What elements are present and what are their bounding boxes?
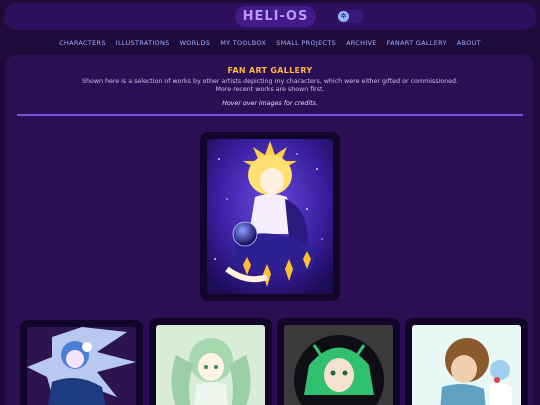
site-logo[interactable]: HELI-OS	[235, 6, 316, 27]
main-nav: CHARACTERS ILLUSTRATIONS WORLDS MY TOOLB…	[0, 37, 540, 49]
artwork-image	[27, 327, 136, 405]
artwork-card-2[interactable]	[149, 318, 272, 405]
artwork-image	[284, 325, 393, 405]
artwork-sun-character	[207, 139, 333, 294]
artwork-card-4[interactable]	[405, 318, 528, 405]
artwork-green-character	[156, 325, 265, 405]
artwork-card-3[interactable]	[277, 318, 400, 405]
artwork-brown-hair-character	[412, 325, 521, 405]
artwork-blue-character	[27, 327, 136, 405]
artwork-image	[207, 139, 333, 294]
nav-characters[interactable]: CHARACTERS	[59, 37, 106, 49]
page-title: FAN ART GALLERY	[227, 66, 313, 75]
artwork-image	[156, 325, 265, 405]
sun-icon: ✲	[338, 11, 349, 22]
description-line-1: Shown here is a selection of works by ot…	[82, 78, 458, 85]
hover-hint: Hover over images for credits.	[222, 100, 318, 107]
gallery-description: Shown here is a selection of works by ot…	[40, 78, 500, 94]
nav-about[interactable]: ABOUT	[457, 37, 481, 49]
nav-small-projects[interactable]: SMALL PROJECTS	[276, 37, 336, 49]
nav-fanart-gallery[interactable]: FANART GALLERY	[387, 37, 447, 49]
artwork-card-1[interactable]	[20, 320, 143, 405]
description-line-2: More recent works are shown first.	[215, 86, 325, 93]
theme-toggle[interactable]: ✲	[337, 10, 364, 23]
featured-artwork[interactable]	[200, 132, 340, 301]
divider	[17, 114, 523, 116]
nav-archive[interactable]: ARCHIVE	[346, 37, 377, 49]
artwork-image	[412, 325, 521, 405]
nav-my-toolbox[interactable]: MY TOOLBOX	[220, 37, 266, 49]
nav-illustrations[interactable]: ILLUSTRATIONS	[116, 37, 170, 49]
artwork-green-hair-character	[284, 325, 393, 405]
nav-worlds[interactable]: WORLDS	[180, 37, 211, 49]
